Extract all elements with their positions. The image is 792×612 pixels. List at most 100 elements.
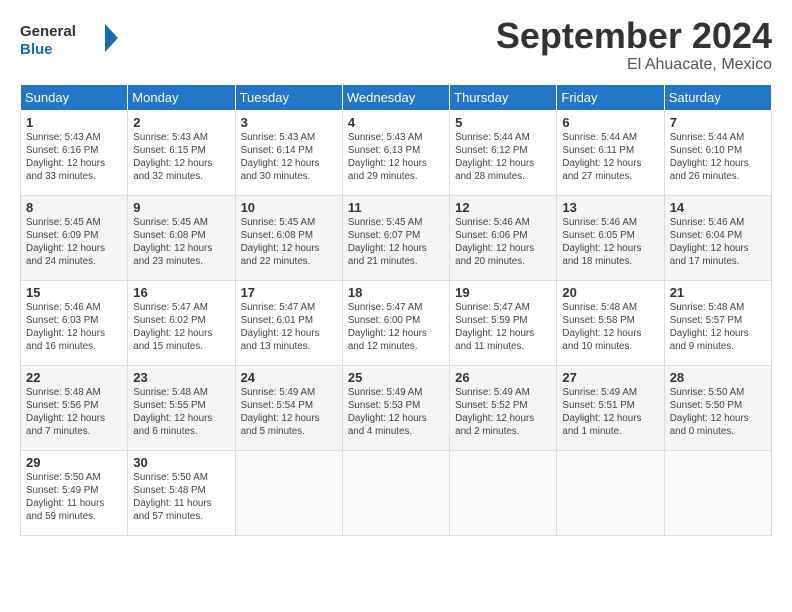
weekday-header-thursday: Thursday [450,84,557,110]
day-number: 11 [348,200,444,215]
logo-svg: General Blue [20,16,120,61]
day-info: Sunrise: 5:47 AM Sunset: 5:59 PM Dayligh… [455,301,551,354]
calendar-cell: 6Sunrise: 5:44 AM Sunset: 6:11 PM Daylig… [557,110,664,195]
day-number: 6 [562,115,658,130]
calendar-cell [450,450,557,535]
calendar-cell: 20Sunrise: 5:48 AM Sunset: 5:58 PM Dayli… [557,280,664,365]
calendar-cell: 11Sunrise: 5:45 AM Sunset: 6:07 PM Dayli… [342,195,449,280]
calendar-cell: 19Sunrise: 5:47 AM Sunset: 5:59 PM Dayli… [450,280,557,365]
calendar-cell: 15Sunrise: 5:46 AM Sunset: 6:03 PM Dayli… [21,280,128,365]
calendar-cell [342,450,449,535]
day-number: 21 [670,285,766,300]
calendar-cell: 30Sunrise: 5:50 AM Sunset: 5:48 PM Dayli… [128,450,235,535]
day-info: Sunrise: 5:46 AM Sunset: 6:04 PM Dayligh… [670,216,766,269]
svg-text:Blue: Blue [20,41,53,58]
day-info: Sunrise: 5:49 AM Sunset: 5:52 PM Dayligh… [455,386,551,439]
day-number: 10 [241,200,337,215]
day-number: 30 [133,455,229,470]
day-info: Sunrise: 5:48 AM Sunset: 5:55 PM Dayligh… [133,386,229,439]
calendar-cell: 7Sunrise: 5:44 AM Sunset: 6:10 PM Daylig… [664,110,771,195]
day-number: 2 [133,115,229,130]
svg-text:General: General [20,23,76,40]
calendar-cell: 4Sunrise: 5:43 AM Sunset: 6:13 PM Daylig… [342,110,449,195]
calendar-week-2: 8Sunrise: 5:45 AM Sunset: 6:09 PM Daylig… [21,195,772,280]
weekday-header-friday: Friday [557,84,664,110]
header: General Blue September 2024 El Ahuacate,… [20,16,772,74]
calendar-cell: 17Sunrise: 5:47 AM Sunset: 6:01 PM Dayli… [235,280,342,365]
page-container: General Blue September 2024 El Ahuacate,… [0,0,792,546]
calendar-week-1: 1Sunrise: 5:43 AM Sunset: 6:16 PM Daylig… [21,110,772,195]
day-number: 1 [26,115,122,130]
day-info: Sunrise: 5:46 AM Sunset: 6:05 PM Dayligh… [562,216,658,269]
day-number: 27 [562,370,658,385]
calendar-week-4: 22Sunrise: 5:48 AM Sunset: 5:56 PM Dayli… [21,365,772,450]
day-info: Sunrise: 5:48 AM Sunset: 5:57 PM Dayligh… [670,301,766,354]
day-number: 4 [348,115,444,130]
title-block: September 2024 El Ahuacate, Mexico [496,16,772,74]
day-info: Sunrise: 5:50 AM Sunset: 5:49 PM Dayligh… [26,471,122,524]
day-number: 13 [562,200,658,215]
weekday-header-tuesday: Tuesday [235,84,342,110]
day-info: Sunrise: 5:49 AM Sunset: 5:53 PM Dayligh… [348,386,444,439]
weekday-header-monday: Monday [128,84,235,110]
calendar-cell: 26Sunrise: 5:49 AM Sunset: 5:52 PM Dayli… [450,365,557,450]
calendar-cell: 10Sunrise: 5:45 AM Sunset: 6:08 PM Dayli… [235,195,342,280]
day-info: Sunrise: 5:49 AM Sunset: 5:54 PM Dayligh… [241,386,337,439]
calendar-cell: 23Sunrise: 5:48 AM Sunset: 5:55 PM Dayli… [128,365,235,450]
day-number: 23 [133,370,229,385]
calendar-cell: 24Sunrise: 5:49 AM Sunset: 5:54 PM Dayli… [235,365,342,450]
day-info: Sunrise: 5:45 AM Sunset: 6:07 PM Dayligh… [348,216,444,269]
calendar-cell: 2Sunrise: 5:43 AM Sunset: 6:15 PM Daylig… [128,110,235,195]
day-info: Sunrise: 5:43 AM Sunset: 6:16 PM Dayligh… [26,131,122,184]
location-title: El Ahuacate, Mexico [496,56,772,74]
day-info: Sunrise: 5:44 AM Sunset: 6:12 PM Dayligh… [455,131,551,184]
calendar-cell: 12Sunrise: 5:46 AM Sunset: 6:06 PM Dayli… [450,195,557,280]
day-info: Sunrise: 5:44 AM Sunset: 6:11 PM Dayligh… [562,131,658,184]
calendar-cell: 21Sunrise: 5:48 AM Sunset: 5:57 PM Dayli… [664,280,771,365]
day-number: 28 [670,370,766,385]
day-number: 14 [670,200,766,215]
calendar-cell: 3Sunrise: 5:43 AM Sunset: 6:14 PM Daylig… [235,110,342,195]
calendar-cell: 1Sunrise: 5:43 AM Sunset: 6:16 PM Daylig… [21,110,128,195]
day-info: Sunrise: 5:43 AM Sunset: 6:13 PM Dayligh… [348,131,444,184]
day-info: Sunrise: 5:47 AM Sunset: 6:02 PM Dayligh… [133,301,229,354]
day-info: Sunrise: 5:48 AM Sunset: 5:58 PM Dayligh… [562,301,658,354]
day-number: 17 [241,285,337,300]
weekday-header-saturday: Saturday [664,84,771,110]
calendar-cell [664,450,771,535]
calendar-cell: 22Sunrise: 5:48 AM Sunset: 5:56 PM Dayli… [21,365,128,450]
calendar-cell: 16Sunrise: 5:47 AM Sunset: 6:02 PM Dayli… [128,280,235,365]
calendar-week-5: 29Sunrise: 5:50 AM Sunset: 5:49 PM Dayli… [21,450,772,535]
calendar-cell: 27Sunrise: 5:49 AM Sunset: 5:51 PM Dayli… [557,365,664,450]
day-number: 25 [348,370,444,385]
day-info: Sunrise: 5:43 AM Sunset: 6:14 PM Dayligh… [241,131,337,184]
day-number: 29 [26,455,122,470]
day-info: Sunrise: 5:43 AM Sunset: 6:15 PM Dayligh… [133,131,229,184]
day-number: 26 [455,370,551,385]
day-info: Sunrise: 5:45 AM Sunset: 6:09 PM Dayligh… [26,216,122,269]
calendar-cell: 9Sunrise: 5:45 AM Sunset: 6:08 PM Daylig… [128,195,235,280]
calendar-cell: 13Sunrise: 5:46 AM Sunset: 6:05 PM Dayli… [557,195,664,280]
calendar-cell: 18Sunrise: 5:47 AM Sunset: 6:00 PM Dayli… [342,280,449,365]
logo: General Blue [20,16,120,61]
weekday-header-row: SundayMondayTuesdayWednesdayThursdayFrid… [21,84,772,110]
calendar-cell [557,450,664,535]
weekday-header-sunday: Sunday [21,84,128,110]
day-number: 15 [26,285,122,300]
calendar-table: SundayMondayTuesdayWednesdayThursdayFrid… [20,84,772,536]
day-number: 22 [26,370,122,385]
day-number: 5 [455,115,551,130]
day-info: Sunrise: 5:45 AM Sunset: 6:08 PM Dayligh… [133,216,229,269]
day-info: Sunrise: 5:46 AM Sunset: 6:06 PM Dayligh… [455,216,551,269]
day-info: Sunrise: 5:47 AM Sunset: 6:00 PM Dayligh… [348,301,444,354]
weekday-header-wednesday: Wednesday [342,84,449,110]
day-info: Sunrise: 5:50 AM Sunset: 5:50 PM Dayligh… [670,386,766,439]
day-number: 16 [133,285,229,300]
calendar-cell: 5Sunrise: 5:44 AM Sunset: 6:12 PM Daylig… [450,110,557,195]
calendar-cell [235,450,342,535]
day-number: 19 [455,285,551,300]
day-number: 8 [26,200,122,215]
calendar-cell: 28Sunrise: 5:50 AM Sunset: 5:50 PM Dayli… [664,365,771,450]
day-number: 24 [241,370,337,385]
day-number: 20 [562,285,658,300]
